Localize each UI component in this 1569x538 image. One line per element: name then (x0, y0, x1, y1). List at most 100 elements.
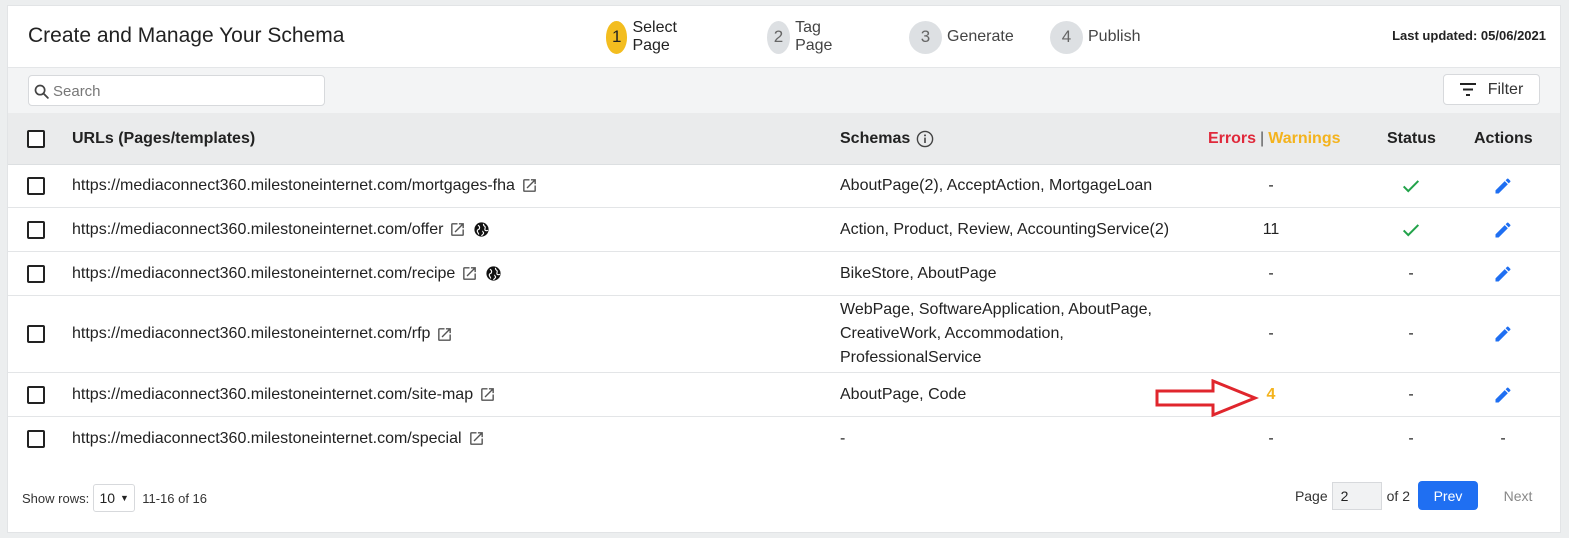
row-checkbox[interactable] (27, 325, 45, 343)
external-link-icon[interactable] (436, 326, 453, 343)
url-cell: https://mediaconnect360.milestoneinterne… (72, 208, 490, 251)
page-label: Page (1294, 487, 1328, 504)
row-checkbox-cell (27, 373, 45, 416)
count-cell: - (1268, 325, 1274, 342)
actions-cell (1483, 208, 1523, 251)
schemas-lines: WebPage, SoftwareApplication, AboutPage,… (840, 298, 1152, 370)
count-cell: - (1268, 176, 1274, 194)
last-updated: Last updated: 05/06/2021 (1392, 28, 1546, 43)
row-checkbox[interactable] (27, 220, 45, 239)
step-tag-page[interactable]: 2 Tag Page (767, 19, 842, 54)
url-cell: https://mediaconnect360.milestoneinterne… (72, 417, 485, 460)
column-urls[interactable]: URLs (Pages/templates) (72, 113, 255, 164)
select-all-checkbox[interactable] (27, 129, 45, 148)
table-row[interactable]: https://mediaconnect360.milestoneinterne… (8, 208, 1560, 252)
url-link[interactable]: https://mediaconnect360.milestoneinterne… (72, 325, 430, 343)
actions-cell (1483, 296, 1523, 372)
row-checkbox-cell (27, 164, 45, 207)
edit-pencil-icon[interactable] (1493, 220, 1513, 240)
schemas-line: CreativeWork, Accommodation, (840, 325, 1064, 342)
url-cell: https://mediaconnect360.milestoneinterne… (72, 252, 502, 295)
select-all-cell (27, 113, 45, 164)
filter-button[interactable]: Filter (1443, 74, 1540, 105)
search-icon (34, 84, 49, 99)
globe-icon[interactable] (473, 221, 490, 238)
step-label: Tag Page (795, 19, 833, 54)
url-link[interactable]: https://mediaconnect360.milestoneinterne… (72, 430, 462, 448)
search-input[interactable] (51, 80, 315, 103)
edit-pencil-icon[interactable] (1493, 264, 1513, 284)
step-label: Select Page (632, 19, 677, 54)
url-link[interactable]: https://mediaconnect360.milestoneinterne… (72, 386, 473, 404)
globe-icon[interactable] (485, 265, 502, 282)
schemas-line: WebPage, SoftwareApplication, AboutPage, (840, 301, 1152, 318)
schema-manager-card: Create and Manage Your Schema 1 Select P… (7, 5, 1561, 533)
search-box[interactable] (28, 75, 325, 106)
external-link-icon[interactable] (468, 430, 485, 447)
count-cell: - (1268, 264, 1274, 282)
edit-pencil-icon[interactable] (1493, 385, 1513, 405)
column-warnings-label: Warnings (1268, 129, 1341, 147)
table-row[interactable]: https://mediaconnect360.milestoneinterne… (8, 296, 1560, 373)
column-separator: | (1260, 129, 1265, 147)
status-cell (1391, 164, 1431, 207)
rows-per-page-value: 10 (99, 490, 116, 506)
step-label: Publish (1088, 28, 1141, 45)
table-row[interactable]: https://mediaconnect360.milestoneinterne… (8, 373, 1560, 417)
schemas-cell: AboutPage(2), AcceptAction, MortgageLoan (840, 176, 1153, 194)
info-icon[interactable] (916, 130, 934, 148)
url-cell: https://mediaconnect360.milestoneinterne… (72, 164, 538, 207)
count-cell: - (1268, 429, 1274, 447)
pagination-controls: Page 2 of 2 Prev Next (1295, 481, 1546, 510)
rows-per-page-select[interactable]: 10 ▼ (93, 484, 136, 512)
step-number: 4 (1050, 20, 1083, 54)
actions-cell (1483, 164, 1523, 207)
column-errors-warnings[interactable]: Errors | Warnings (1208, 113, 1340, 164)
table-header: URLs (Pages/templates) Schemas Errors | … (8, 113, 1560, 165)
caret-down-icon: ▼ (120, 493, 129, 503)
edit-pencil-icon[interactable] (1493, 324, 1513, 344)
range-text: 11-16 of 16 (142, 490, 208, 506)
page-number-input[interactable]: 2 (1331, 481, 1382, 510)
step-number: 1 (606, 20, 628, 54)
external-link-icon[interactable] (449, 221, 466, 238)
actions-cell (1483, 373, 1523, 416)
column-status[interactable]: Status (1387, 113, 1436, 164)
external-link-icon[interactable] (479, 386, 496, 403)
step-publish[interactable]: 4 Publish (1050, 20, 1140, 54)
url-link[interactable]: https://mediaconnect360.milestoneinterne… (72, 221, 443, 239)
row-checkbox-cell (27, 208, 45, 251)
row-checkbox[interactable] (27, 176, 45, 195)
schemas-cell: BikeStore, AboutPage (840, 264, 997, 282)
table-row[interactable]: https://mediaconnect360.milestoneinterne… (8, 252, 1560, 296)
table-row[interactable]: https://mediaconnect360.milestoneinterne… (8, 417, 1560, 460)
page-title: Create and Manage Your Schema (28, 24, 345, 47)
row-checkbox-cell (27, 417, 45, 460)
prev-button[interactable]: Prev (1418, 481, 1478, 510)
status-cell: - (1408, 385, 1414, 403)
url-link[interactable]: https://mediaconnect360.milestoneinterne… (72, 177, 515, 195)
url-cell: https://mediaconnect360.milestoneinterne… (72, 373, 496, 416)
header: Create and Manage Your Schema 1 Select P… (8, 6, 1560, 68)
filter-label: Filter (1487, 80, 1524, 98)
step-select-page[interactable]: 1 Select Page (606, 19, 688, 54)
table-row[interactable]: https://mediaconnect360.milestoneinterne… (8, 164, 1560, 208)
step-number: 2 (767, 20, 791, 54)
external-link-icon[interactable] (521, 177, 538, 194)
check-icon (1402, 223, 1420, 236)
check-icon (1402, 179, 1420, 192)
edit-pencil-icon[interactable] (1493, 176, 1513, 196)
status-cell: - (1408, 429, 1414, 447)
row-checkbox[interactable] (27, 385, 45, 404)
annotation-arrow (1155, 379, 1259, 417)
url-cell: https://mediaconnect360.milestoneinterne… (72, 296, 453, 372)
column-schemas[interactable]: Schemas (840, 113, 934, 164)
row-checkbox[interactable] (27, 264, 45, 283)
schemas-cell: - (840, 429, 846, 447)
url-link[interactable]: https://mediaconnect360.milestoneinterne… (72, 265, 455, 283)
row-checkbox[interactable] (27, 429, 45, 448)
step-generate[interactable]: 3 Generate (909, 20, 1014, 54)
next-button[interactable]: Next (1490, 481, 1546, 510)
column-schemas-label: Schemas (840, 129, 911, 147)
external-link-icon[interactable] (461, 265, 478, 282)
